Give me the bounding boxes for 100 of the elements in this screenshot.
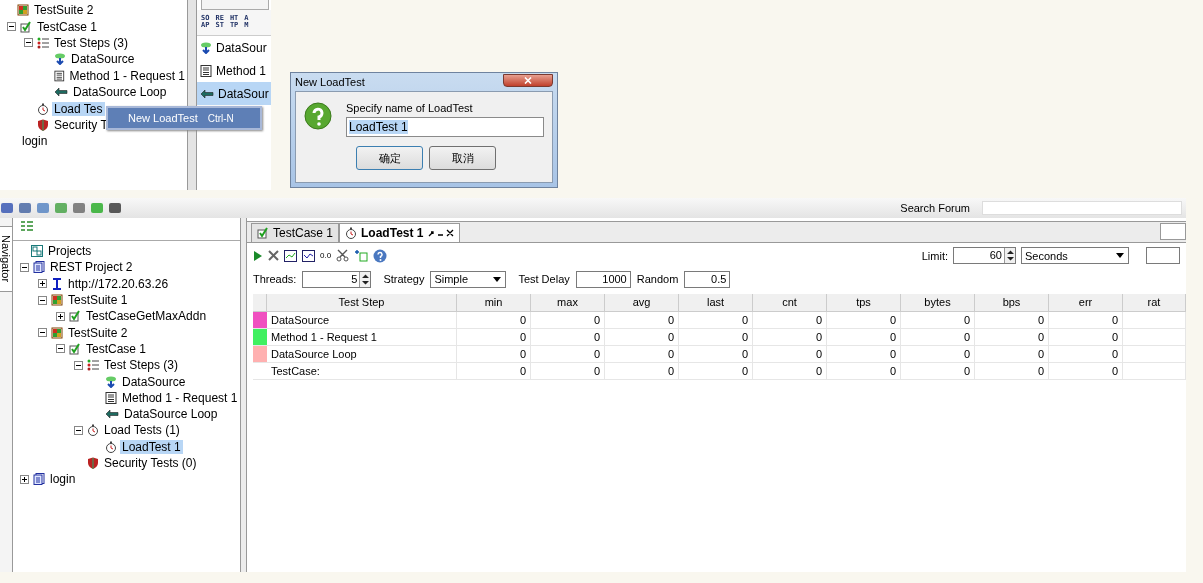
- toolbar-icon[interactable]: [36, 201, 50, 215]
- toolbar-icon[interactable]: [0, 201, 14, 215]
- dropdown-arrow-icon[interactable]: [493, 276, 502, 282]
- toolbar-icon[interactable]: [108, 201, 122, 215]
- toolbar-icon[interactable]: [72, 201, 86, 215]
- column-header[interactable]: last: [679, 294, 753, 312]
- tree-item[interactable]: DataSource: [120, 374, 188, 389]
- name-input-field[interactable]: LoadTest 1: [346, 117, 544, 137]
- table-cell: 0: [901, 363, 975, 380]
- expand-icon[interactable]: [19, 474, 29, 484]
- tree-item[interactable]: LoadTest 1: [120, 439, 183, 454]
- checklist-icon: [69, 310, 81, 323]
- list-icon[interactable]: [21, 221, 33, 231]
- column-header[interactable]: err: [1049, 294, 1123, 312]
- arrow-left-icon: [54, 86, 68, 99]
- tree-item[interactable]: Load Tests (1): [102, 423, 182, 438]
- tree-item[interactable]: DataSource Loop: [71, 85, 169, 100]
- tree-item[interactable]: TestSuite 1: [66, 293, 130, 308]
- table-cell: DataSource: [267, 312, 457, 329]
- tree-item[interactable]: TestSuite 2: [32, 3, 96, 18]
- threads-spinner[interactable]: 5: [302, 270, 372, 288]
- tree-item[interactable]: DataSource: [69, 52, 137, 67]
- column-header[interactable]: Test Step: [267, 294, 457, 312]
- tree-item[interactable]: http://172.20.63.26: [66, 276, 171, 291]
- collapse-icon[interactable]: [37, 328, 47, 338]
- collapse-icon[interactable]: [55, 344, 65, 354]
- column-header[interactable]: bps: [975, 294, 1049, 312]
- test-delay-field[interactable]: 1000: [575, 270, 631, 288]
- table-cell: 0: [975, 329, 1049, 346]
- spinner-arrows-icon[interactable]: [1006, 250, 1014, 261]
- dropdown-arrow-icon[interactable]: [1116, 253, 1124, 258]
- window-control-button[interactable]: [1160, 223, 1186, 240]
- editor-tab[interactable]: TestCase 1: [251, 223, 340, 242]
- tree-item[interactable]: TestCaseGetMaxAddn: [84, 309, 209, 324]
- collapse-icon[interactable]: [24, 38, 33, 48]
- tree-item[interactable]: Projects: [46, 244, 94, 259]
- tree-item[interactable]: Security Tests (0): [102, 456, 199, 470]
- search-field[interactable]: [982, 201, 1182, 215]
- menu-item[interactable]: New LoadTest: [128, 112, 198, 124]
- column-header[interactable]: tps: [827, 294, 901, 312]
- graph-icon[interactable]: [284, 249, 297, 262]
- navigator-tab[interactable]: Navigator: [0, 226, 13, 292]
- tree-item[interactable]: TestCase 1: [35, 19, 100, 34]
- limit-spinner[interactable]: 60: [953, 247, 1016, 264]
- table-cell: 0: [531, 363, 605, 380]
- step-item[interactable]: DataSour: [197, 82, 271, 105]
- tree-item[interactable]: REST Project 2: [48, 260, 135, 275]
- step-item[interactable]: DataSour: [197, 36, 271, 59]
- collapse-icon[interactable]: [7, 22, 16, 32]
- cancel-button[interactable]: 取消: [429, 146, 496, 170]
- toolbar-icon[interactable]: [18, 201, 32, 215]
- strategy-dropdown[interactable]: Simple: [430, 270, 507, 288]
- close-button[interactable]: [503, 73, 553, 87]
- add-icon[interactable]: [354, 249, 369, 262]
- graph-icon[interactable]: [302, 249, 315, 262]
- ok-button[interactable]: 确定: [356, 146, 423, 170]
- random-field[interactable]: 0.5: [684, 270, 731, 288]
- arrow-left-icon: [105, 408, 119, 421]
- table-cell: 0: [901, 329, 975, 346]
- table-cell: 0: [827, 329, 901, 346]
- column-header[interactable]: min: [457, 294, 531, 312]
- document-icon: [105, 391, 117, 404]
- tree-item[interactable]: Method 1 - Request 1: [120, 390, 240, 405]
- tree-item[interactable]: Load Tes: [52, 101, 105, 116]
- column-header[interactable]: avg: [605, 294, 679, 312]
- close-icon[interactable]: [427, 229, 454, 237]
- table-cell: 0: [975, 363, 1049, 380]
- tree-item[interactable]: login: [48, 472, 78, 487]
- collapse-icon[interactable]: [73, 425, 83, 435]
- editor-tab[interactable]: LoadTest 1: [339, 223, 460, 242]
- spinner-arrows-icon[interactable]: [361, 273, 369, 285]
- tree-item[interactable]: TestCase 1: [84, 341, 149, 356]
- tree-item[interactable]: login: [20, 134, 50, 149]
- table-cell: 0: [605, 346, 679, 363]
- scissors-icon[interactable]: [336, 249, 350, 262]
- expand-icon[interactable]: [37, 279, 47, 289]
- tree-item[interactable]: Test Steps (3): [102, 358, 181, 373]
- document-icon: [33, 261, 45, 274]
- input-field[interactable]: [1146, 247, 1180, 264]
- collapse-icon[interactable]: [19, 262, 29, 272]
- collapse-icon[interactable]: [37, 295, 47, 305]
- help-icon[interactable]: [373, 248, 388, 263]
- tree-item[interactable]: Method 1 - Request 1: [67, 68, 187, 83]
- column-header[interactable]: bytes: [901, 294, 975, 312]
- document-icon: [200, 64, 212, 77]
- expand-icon[interactable]: [55, 311, 65, 321]
- column-header[interactable]: cnt: [753, 294, 827, 312]
- stats-button[interactable]: 0.0: [320, 251, 332, 260]
- play-icon[interactable]: [253, 249, 263, 262]
- table-cell: 0: [753, 329, 827, 346]
- unit-dropdown[interactable]: Seconds: [1021, 247, 1129, 264]
- column-header[interactable]: rat: [1123, 294, 1186, 312]
- table-cell: 0: [901, 346, 975, 363]
- tree-item[interactable]: TestSuite 2: [66, 325, 130, 340]
- step-item[interactable]: Method 1: [197, 59, 271, 82]
- table-cell: 0: [1049, 329, 1123, 346]
- column-header[interactable]: max: [531, 294, 605, 312]
- tree-item[interactable]: DataSource Loop: [122, 407, 220, 422]
- collapse-icon[interactable]: [73, 360, 83, 370]
- tree-item[interactable]: Test Steps (3): [52, 35, 131, 50]
